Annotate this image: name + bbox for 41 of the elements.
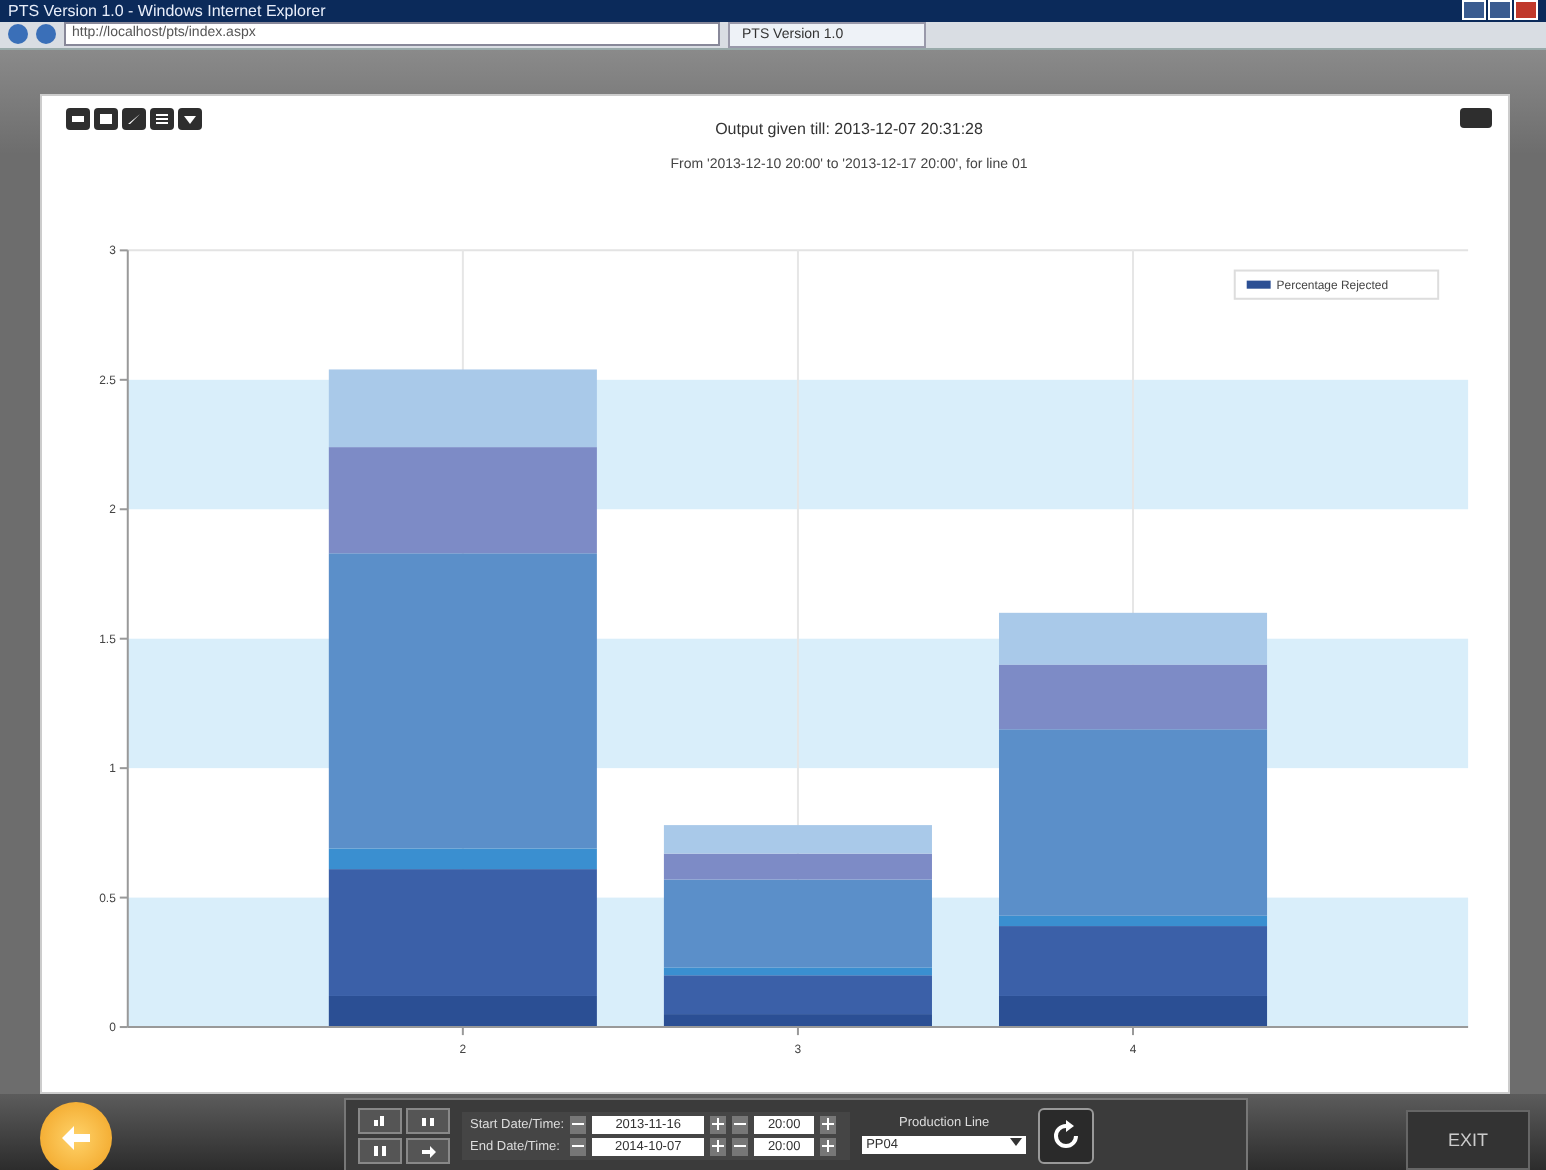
- list-icon: [154, 111, 170, 126]
- exit-button[interactable]: EXIT: [1406, 1110, 1530, 1170]
- caret-icon: [1010, 1136, 1023, 1148]
- caret-icon: [182, 111, 198, 126]
- arrow-icon: [60, 1124, 92, 1152]
- printer-icon: [70, 111, 86, 126]
- plus-icon: [822, 1118, 835, 1130]
- decrement-button[interactable]: [570, 1137, 587, 1155]
- plus-icon: [712, 1118, 725, 1130]
- back-button[interactable]: [8, 24, 28, 45]
- decrement-button[interactable]: [732, 1137, 749, 1155]
- increment-button[interactable]: [820, 1115, 837, 1133]
- print-button[interactable]: [66, 107, 90, 130]
- save-button[interactable]: [94, 107, 118, 130]
- menu-button[interactable]: [1460, 107, 1492, 128]
- bar-chart-icon: [372, 1113, 388, 1127]
- increment-button[interactable]: [710, 1115, 727, 1133]
- decrement-button[interactable]: [732, 1115, 749, 1133]
- plus-icon: [712, 1140, 725, 1152]
- maximize-button[interactable]: [1488, 0, 1512, 21]
- dropdown-button[interactable]: [178, 107, 202, 130]
- window-title: PTS Version 1.0 - Windows Internet Explorer: [8, 1, 326, 20]
- forward-button[interactable]: [36, 24, 56, 45]
- home-button[interactable]: [40, 1102, 112, 1170]
- legend-swatch: [1246, 280, 1271, 289]
- increment-button[interactable]: [710, 1137, 727, 1155]
- minimize-button[interactable]: [1462, 0, 1486, 21]
- increment-button[interactable]: [820, 1137, 837, 1155]
- export-button[interactable]: [122, 107, 146, 130]
- table-button[interactable]: [150, 107, 174, 130]
- refresh-button[interactable]: [1038, 1107, 1095, 1163]
- refresh-icon: [1050, 1119, 1083, 1151]
- close-button[interactable]: [1514, 0, 1538, 21]
- users-button[interactable]: [406, 1107, 450, 1133]
- users-button[interactable]: [358, 1137, 402, 1163]
- chart-button[interactable]: [358, 1107, 402, 1133]
- arrow-icon: [420, 1143, 436, 1157]
- share-button[interactable]: [406, 1137, 450, 1163]
- decrement-button[interactable]: [570, 1115, 587, 1133]
- report-title: Output given till: 2013-12-07 20:31:28: [715, 119, 983, 138]
- plus-icon: [822, 1140, 835, 1152]
